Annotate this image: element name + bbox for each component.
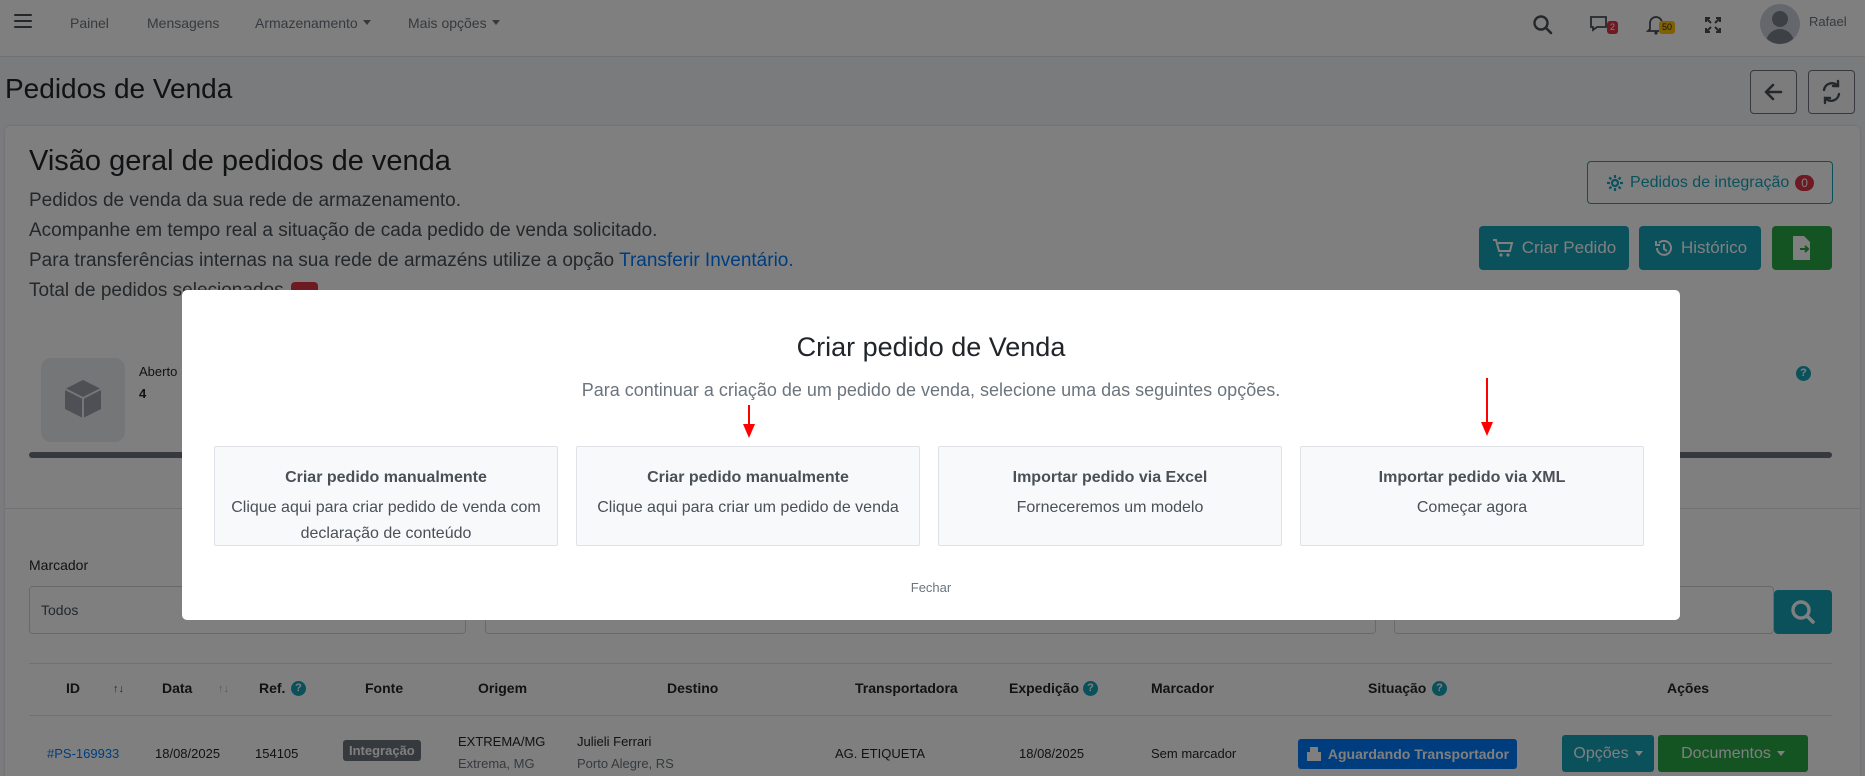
annotation-arrow-icon — [743, 405, 755, 438]
option-description: Clique aqui para criar pedido de venda c… — [231, 499, 541, 542]
option-description: Clique aqui para criar um pedido de vend… — [597, 499, 899, 516]
option-manual[interactable]: Criar pedido manualmente Clique aqui par… — [576, 446, 920, 546]
option-manual-declaration[interactable]: Criar pedido manualmente Clique aqui par… — [214, 446, 558, 546]
option-description: Forneceremos um modelo — [1016, 499, 1204, 516]
option-title: Criar pedido manualmente — [285, 469, 487, 486]
option-title: Criar pedido manualmente — [647, 469, 849, 486]
option-import-xml[interactable]: Importar pedido via XML Começar agora — [1300, 446, 1644, 546]
annotation-arrow-icon — [1481, 378, 1493, 436]
option-title: Importar pedido via XML — [1378, 469, 1566, 486]
modal-title: Criar pedido de Venda — [796, 332, 1066, 362]
option-title: Importar pedido via Excel — [1012, 469, 1208, 486]
create-order-modal: Criar pedido de Venda Para continuar a c… — [182, 290, 1680, 620]
modal-subtitle: Para continuar a criação de um pedido de… — [581, 380, 1281, 400]
option-description: Começar agora — [1416, 499, 1528, 516]
option-import-excel[interactable]: Importar pedido via Excel Forneceremos u… — [938, 446, 1282, 546]
modal-close-link[interactable]: Fechar — [182, 580, 1680, 595]
